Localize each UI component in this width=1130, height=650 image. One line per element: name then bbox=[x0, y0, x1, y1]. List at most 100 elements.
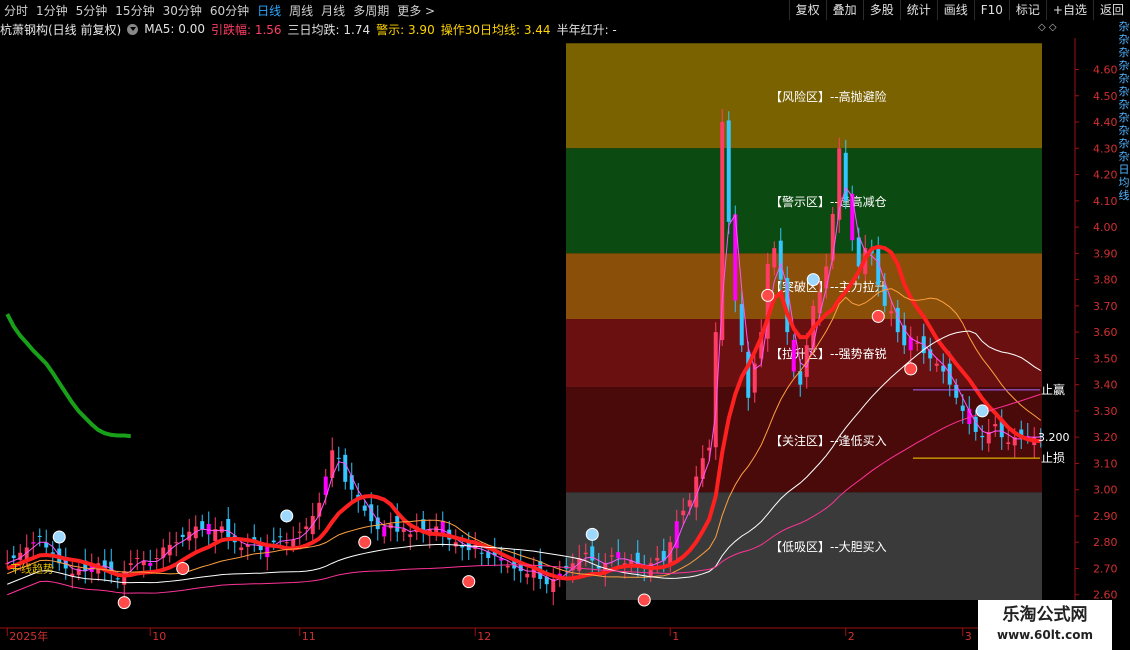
candle-body bbox=[993, 424, 998, 427]
candle-body bbox=[856, 237, 861, 267]
side-char: 日 bbox=[1118, 163, 1130, 176]
price-tick-label: 3.50 bbox=[1093, 352, 1118, 365]
period-tab[interactable]: 日线 bbox=[257, 2, 281, 19]
sell-signal-ball bbox=[585, 527, 599, 541]
period-tab[interactable]: 60分钟 bbox=[210, 2, 249, 19]
price-tick-label: 2.80 bbox=[1093, 536, 1118, 549]
watermark-logo: 乐淘公式网 www.60lt.com bbox=[978, 600, 1112, 650]
price-tick-label: 3.90 bbox=[1093, 247, 1118, 260]
candle-body bbox=[271, 540, 276, 543]
toolbar-button[interactable]: 叠加 bbox=[825, 0, 863, 20]
right-toolbar: 复权 叠加 多股 统计 画线 F10 标记 +自选 返回 bbox=[788, 0, 1130, 20]
jingshi-value: 警示: 3.90 bbox=[376, 22, 435, 37]
period-tab[interactable]: 分时 bbox=[4, 2, 28, 19]
price-tick-label: 4.10 bbox=[1093, 195, 1118, 208]
candle-body bbox=[505, 565, 510, 568]
candle-body bbox=[206, 523, 211, 535]
candle-body bbox=[980, 435, 985, 438]
side-char: 杂 bbox=[1118, 85, 1130, 98]
toolbar-button[interactable]: 多股 bbox=[862, 0, 900, 20]
sell-signal-ball bbox=[975, 404, 989, 418]
watermark-line2: www.60lt.com bbox=[996, 628, 1094, 642]
sell-signal-ball bbox=[806, 273, 820, 287]
candle-body bbox=[382, 526, 387, 537]
candle-body bbox=[5, 563, 10, 565]
kline-chart[interactable]: 【风险区】--高抛避险【警示区】--逢高减仓【突破区】--主力拉升【拉升区】--… bbox=[0, 38, 1118, 650]
period-tab[interactable]: 更多 > bbox=[397, 2, 435, 19]
side-strip: 杂杂杂杂杂杂杂杂杂杂杂日均线 bbox=[1118, 20, 1130, 640]
period-tab[interactable]: 30分钟 bbox=[163, 2, 202, 19]
ma-green-segment bbox=[5, 313, 131, 439]
toolbar: 分时 1分钟 5分钟 15分钟 30分钟 60分钟 日线 周线 月线 多周期 更多 > 复权 叠加 多股… bbox=[0, 0, 1130, 20]
price-tick-label: 3.80 bbox=[1093, 274, 1118, 287]
chart-mini-icons[interactable]: ◇ ◇ bbox=[1038, 22, 1057, 33]
candle-body bbox=[226, 518, 231, 537]
period-tab[interactable]: 多周期 bbox=[353, 2, 389, 19]
candle-body bbox=[934, 363, 939, 366]
candle-body bbox=[1006, 442, 1011, 445]
candle-body bbox=[291, 539, 296, 547]
yindiefu-value: 引跌幅: 1.56 bbox=[210, 22, 282, 37]
date-tick-label: 2025年 bbox=[9, 629, 48, 643]
zone-label: 【关注区】--逢低买入 bbox=[770, 433, 887, 448]
candle-body bbox=[336, 457, 341, 459]
candle-body bbox=[453, 542, 458, 547]
toolbar-button[interactable]: 标记 bbox=[1008, 0, 1046, 20]
candle-body bbox=[408, 534, 413, 537]
buy-signal-ball bbox=[176, 561, 190, 575]
side-char: 线 bbox=[1118, 189, 1130, 202]
side-char: 杂 bbox=[1118, 111, 1130, 124]
candle-body bbox=[824, 266, 829, 289]
side-char: 杂 bbox=[1118, 150, 1130, 163]
side-char: 杂 bbox=[1118, 46, 1130, 59]
price-tick-label: 3.40 bbox=[1093, 379, 1118, 392]
candle-body bbox=[583, 552, 588, 555]
candle-body bbox=[362, 505, 367, 511]
side-char: 均 bbox=[1118, 176, 1130, 189]
period-tab[interactable]: 周线 bbox=[289, 2, 313, 19]
ma5-value: MA5: 0.00 bbox=[144, 22, 205, 36]
toolbar-button[interactable]: +自选 bbox=[1045, 0, 1093, 20]
watermark-line1: 乐淘公式网 bbox=[1002, 605, 1088, 625]
candle-body bbox=[174, 542, 179, 544]
period-tab[interactable]: 5分钟 bbox=[76, 2, 108, 19]
buy-signal-ball bbox=[358, 535, 372, 549]
toolbar-button[interactable]: F10 bbox=[973, 0, 1009, 20]
candle-body bbox=[239, 547, 244, 551]
candle-body bbox=[960, 405, 965, 411]
candle-body bbox=[148, 562, 153, 566]
candle-body bbox=[687, 500, 692, 507]
indicator-dropdown-icon[interactable] bbox=[127, 23, 139, 35]
candle-body bbox=[284, 542, 289, 544]
candle-body bbox=[395, 516, 400, 532]
stock-title[interactable]: 杭萧钢构(日线 前复权) bbox=[0, 21, 121, 38]
toolbar-button[interactable]: 画线 bbox=[936, 0, 974, 20]
toolbar-button[interactable]: 复权 bbox=[788, 0, 826, 20]
candle-body bbox=[128, 563, 133, 566]
candle-body bbox=[343, 454, 348, 482]
candle-body bbox=[772, 248, 777, 268]
buy-signal-ball bbox=[117, 596, 131, 610]
zone-label: 【拉升区】--强势奋锐 bbox=[770, 346, 887, 361]
candle-body bbox=[180, 534, 185, 537]
period-tab[interactable]: 月线 bbox=[321, 2, 345, 19]
date-tick-label: 11 bbox=[302, 630, 316, 643]
toolbar-button[interactable]: 返回 bbox=[1092, 0, 1130, 20]
candle-body bbox=[297, 531, 302, 533]
period-tab[interactable]: 1分钟 bbox=[36, 2, 68, 19]
price-tick-label: 2.90 bbox=[1093, 510, 1118, 523]
zone-label: 【低吸区】--大胆买入 bbox=[770, 540, 887, 554]
price-tick-label: 3.30 bbox=[1093, 405, 1118, 418]
candle-body bbox=[830, 213, 835, 261]
period-tab[interactable]: 15分钟 bbox=[115, 2, 154, 19]
candle-body bbox=[609, 555, 614, 557]
date-tick-label: 10 bbox=[152, 630, 166, 643]
price-tick-label: 4.00 bbox=[1093, 221, 1118, 234]
bannian-value: 半年红升: - bbox=[556, 22, 617, 37]
toolbar-button[interactable]: 统计 bbox=[899, 0, 937, 20]
candle-body bbox=[681, 510, 686, 516]
price-tick-label: 3.70 bbox=[1093, 300, 1118, 313]
price-tick-label: 4.30 bbox=[1093, 142, 1118, 155]
price-tick-label: 3.20 bbox=[1093, 431, 1118, 444]
side-char: 杂 bbox=[1118, 137, 1130, 150]
